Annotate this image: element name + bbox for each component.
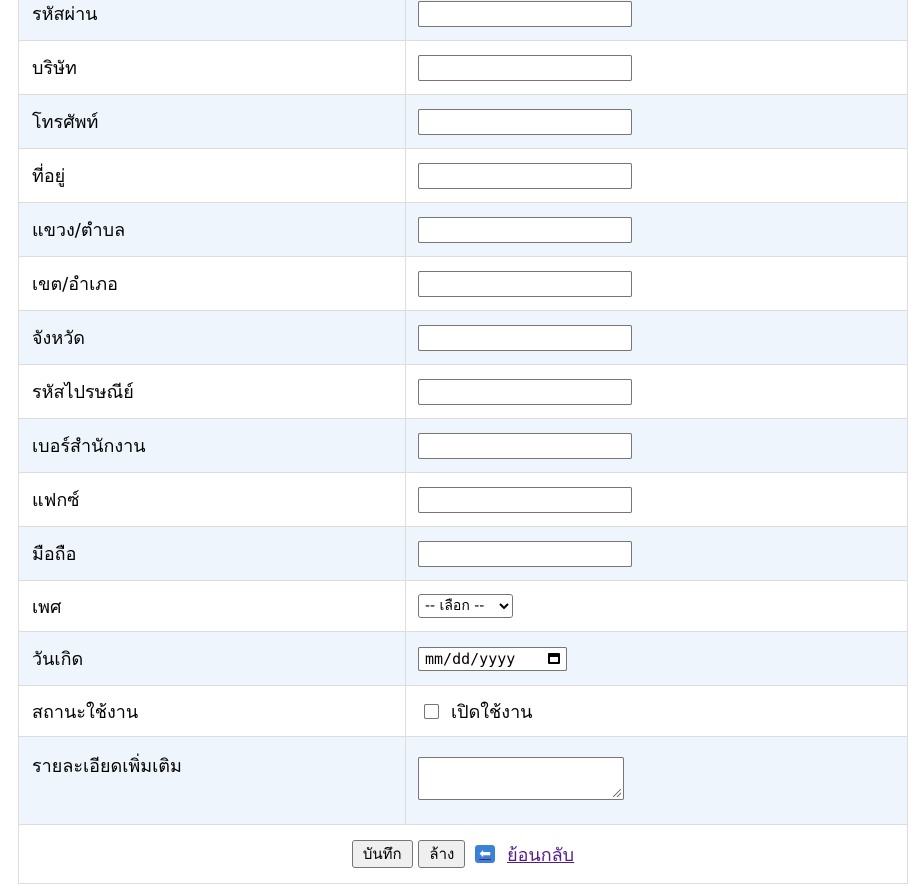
arrow-left-icon: ⬅ bbox=[475, 845, 496, 863]
form-row-birthdate: วันเกิด mm/dd/yyyy bbox=[18, 631, 908, 686]
form-row-status: สถานะใช้งาน เปิดใช้งาน bbox=[18, 685, 908, 737]
field-label: รหัสผ่าน bbox=[18, 0, 406, 41]
field-label: รายละเอียดเพิ่มเติม bbox=[18, 736, 406, 825]
status-checkbox-wrap[interactable]: เปิดใช้งาน bbox=[424, 697, 532, 726]
field-label: แฟกซ์ bbox=[18, 472, 406, 527]
form-row-office-phone: เบอร์สำนักงาน bbox=[18, 418, 908, 473]
field-label: วันเกิด bbox=[18, 631, 406, 686]
district-input[interactable] bbox=[418, 270, 632, 297]
field-label: แขวง/ตำบล bbox=[18, 202, 406, 257]
form-row-address: ที่อยู่ bbox=[18, 148, 908, 203]
field-label: เบอร์สำนักงาน bbox=[18, 418, 406, 473]
form-row-password: รหัสผ่าน bbox=[18, 0, 908, 41]
form-row-company: บริษัท bbox=[18, 40, 908, 95]
field-label: เขต/อำเภอ bbox=[18, 256, 406, 311]
calendar-icon[interactable] bbox=[548, 653, 560, 664]
form-row-province: จังหวัด bbox=[18, 310, 908, 365]
date-placeholder: mm/dd/yyyy bbox=[425, 649, 516, 668]
password-input[interactable] bbox=[418, 0, 632, 27]
field-label: บริษัท bbox=[18, 40, 406, 95]
mobile-input[interactable] bbox=[418, 540, 632, 567]
details-textarea[interactable] bbox=[418, 757, 624, 800]
address-input[interactable] bbox=[418, 162, 632, 189]
gender-select[interactable]: -- เลือก -- bbox=[418, 594, 513, 618]
province-input[interactable] bbox=[418, 324, 632, 351]
subdistrict-input[interactable] bbox=[418, 216, 632, 243]
form-row-postcode: รหัสไปรษณีย์ bbox=[18, 364, 908, 419]
status-checkbox[interactable] bbox=[424, 703, 439, 719]
field-label: ที่อยู่ bbox=[18, 148, 406, 203]
form-row-gender: เพศ -- เลือก -- bbox=[18, 580, 908, 632]
back-link[interactable]: ⬅ ย้อนกลับ bbox=[475, 840, 574, 869]
phone-input[interactable] bbox=[418, 108, 632, 135]
office-phone-input[interactable] bbox=[418, 432, 632, 459]
field-label: จังหวัด bbox=[18, 310, 406, 365]
fax-input[interactable] bbox=[418, 486, 632, 513]
field-label: รหัสไปรษณีย์ bbox=[18, 364, 406, 419]
postcode-input[interactable] bbox=[418, 378, 632, 405]
form-row-fax: แฟกซ์ bbox=[18, 472, 908, 527]
field-label: มือถือ bbox=[18, 526, 406, 581]
back-link-label[interactable]: ย้อนกลับ bbox=[507, 840, 574, 869]
field-label: โทรศัพท์ bbox=[18, 94, 406, 149]
field-label: สถานะใช้งาน bbox=[18, 685, 406, 737]
birthdate-input[interactable]: mm/dd/yyyy bbox=[418, 646, 567, 671]
form-row-phone: โทรศัพท์ bbox=[18, 94, 908, 149]
form-row-details: รายละเอียดเพิ่มเติม bbox=[18, 736, 908, 825]
save-button[interactable]: บันทึก bbox=[351, 840, 413, 868]
user-form-table: รหัสผ่าน บริษัท โทรศัพท์ ที่อยู่ แขวง/ตำ… bbox=[18, 0, 908, 884]
form-row-district: เขต/อำเภอ bbox=[18, 256, 908, 311]
form-row-subdistrict: แขวง/ตำบล bbox=[18, 202, 908, 257]
form-actions-row: บันทึก ล้าง ⬅ ย้อนกลับ bbox=[18, 824, 908, 884]
form-row-mobile: มือถือ bbox=[18, 526, 908, 581]
status-checkbox-label[interactable]: เปิดใช้งาน bbox=[451, 697, 532, 726]
company-input[interactable] bbox=[418, 54, 632, 81]
field-label: เพศ bbox=[18, 580, 406, 632]
resize-grip-icon[interactable] bbox=[613, 789, 621, 797]
clear-button[interactable]: ล้าง bbox=[418, 840, 466, 868]
